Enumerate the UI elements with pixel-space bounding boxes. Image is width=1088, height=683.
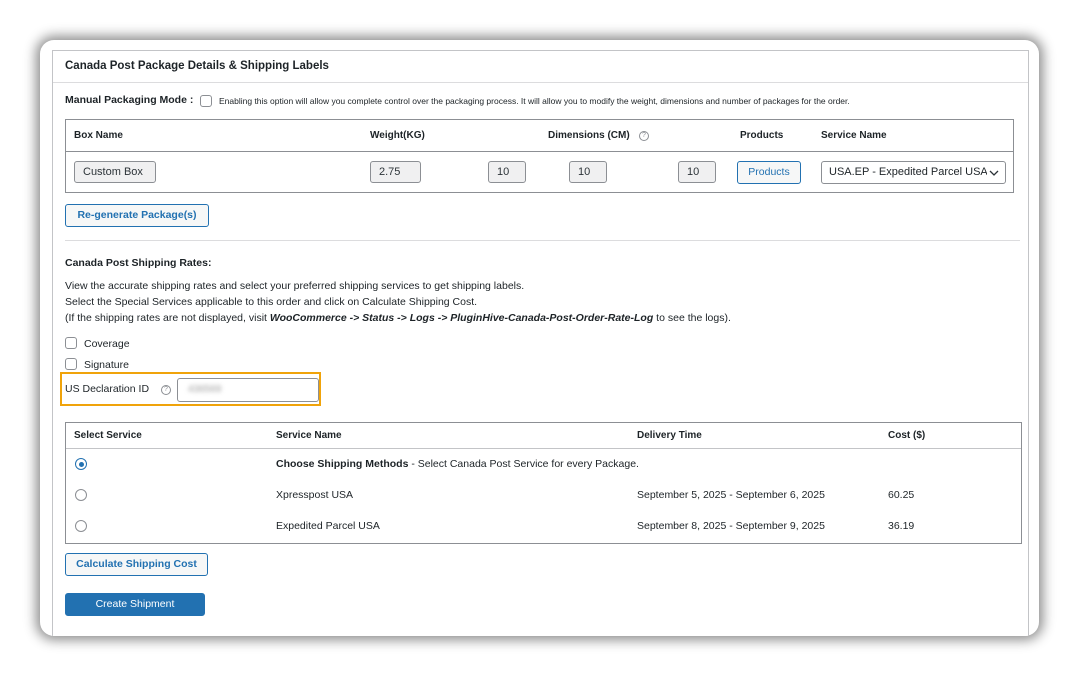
us-declaration-help-icon[interactable]: ? (161, 385, 171, 395)
col-box-name: Box Name (74, 130, 123, 141)
coverage-checkbox[interactable] (65, 337, 77, 349)
services-header-divider (66, 448, 1021, 449)
service-radio-expedited[interactable] (75, 520, 87, 532)
service-select-value: USA.EP - Expedited Parcel USA (829, 166, 987, 178)
col-delivery-time: Delivery Time (637, 430, 702, 441)
service-name: Xpresspost USA (276, 489, 354, 501)
shipping-panel: Canada Post Package Details & Shipping L… (52, 50, 1029, 636)
service-name: Expedited Parcel USA (276, 520, 380, 532)
choose-methods-rest: - Select Canada Post Service for every P… (408, 458, 639, 470)
col-service-name: Service Name (821, 130, 887, 141)
title-divider (53, 82, 1028, 83)
service-cost: 60.25 (888, 489, 915, 501)
col-service-name: Service Name (276, 430, 342, 441)
rates-line-2: Select the Special Services applicable t… (65, 296, 478, 308)
services-table: Select Service Service Name Delivery Tim… (65, 422, 1022, 544)
log-path: WooCommerce -> Status -> Logs -> PluginH… (269, 312, 654, 324)
header-divider (66, 151, 1013, 152)
width-input[interactable]: 10 (569, 161, 607, 183)
signature-label: Signature (84, 359, 129, 371)
length-input[interactable]: 10 (488, 161, 526, 183)
dimensions-help-icon[interactable]: ? (639, 131, 649, 141)
us-declaration-input[interactable]: 436569 (177, 378, 319, 402)
create-shipment-button[interactable]: Create Shipment (65, 593, 205, 616)
rates-line-1: View the accurate shipping rates and sel… (65, 280, 525, 292)
rates-heading: Canada Post Shipping Rates: (65, 257, 212, 269)
calculate-shipping-cost-button[interactable]: Calculate Shipping Cost (65, 553, 208, 576)
regenerate-packages-button[interactable]: Re-generate Package(s) (65, 204, 209, 227)
choose-methods-bold: Choose Shipping Methods (276, 458, 409, 470)
rates-line-3-prefix: (If the shipping rates are not displayed… (65, 312, 270, 324)
manual-packaging-description: Enabling this option will allow you comp… (219, 96, 850, 106)
service-radio-xpresspost[interactable] (75, 489, 87, 501)
col-cost: Cost ($) (888, 430, 926, 441)
box-name-field[interactable]: Custom Box (74, 161, 156, 183)
signature-checkbox[interactable] (65, 358, 77, 370)
choose-methods-text: Choose Shipping Methods - Select Canada … (276, 458, 639, 470)
col-weight: Weight(KG) (370, 130, 425, 141)
chevron-down-icon (989, 170, 999, 176)
rates-line-3-suffix: to see the logs). (653, 312, 731, 324)
col-select-service: Select Service (74, 430, 142, 441)
rates-line-3: (If the shipping rates are not displayed… (65, 312, 731, 324)
section-divider (65, 240, 1020, 241)
us-declaration-label: US Declaration ID (65, 383, 150, 395)
products-button[interactable]: Products (737, 161, 801, 184)
delivery-time: September 8, 2025 - September 9, 2025 (637, 520, 825, 532)
package-table: Box Name Weight(KG) Dimensions (CM) ? Pr… (65, 119, 1014, 193)
height-input[interactable]: 10 (678, 161, 716, 183)
window-frame: Canada Post Package Details & Shipping L… (40, 40, 1039, 636)
coverage-label: Coverage (84, 338, 130, 350)
delivery-time: September 5, 2025 - September 6, 2025 (637, 489, 825, 501)
manual-packaging-label: Manual Packaging Mode : (65, 94, 194, 106)
col-products: Products (740, 130, 784, 141)
us-declaration-value: 436569 (188, 384, 222, 395)
col-dimensions: Dimensions (CM) (548, 130, 630, 141)
choose-methods-radio[interactable] (75, 458, 87, 470)
manual-packaging-checkbox[interactable] (200, 95, 212, 107)
panel-title: Canada Post Package Details & Shipping L… (65, 60, 329, 72)
service-cost: 36.19 (888, 520, 915, 532)
weight-input[interactable]: 2.75 (370, 161, 421, 183)
service-select[interactable]: USA.EP - Expedited Parcel USA (821, 161, 1006, 184)
